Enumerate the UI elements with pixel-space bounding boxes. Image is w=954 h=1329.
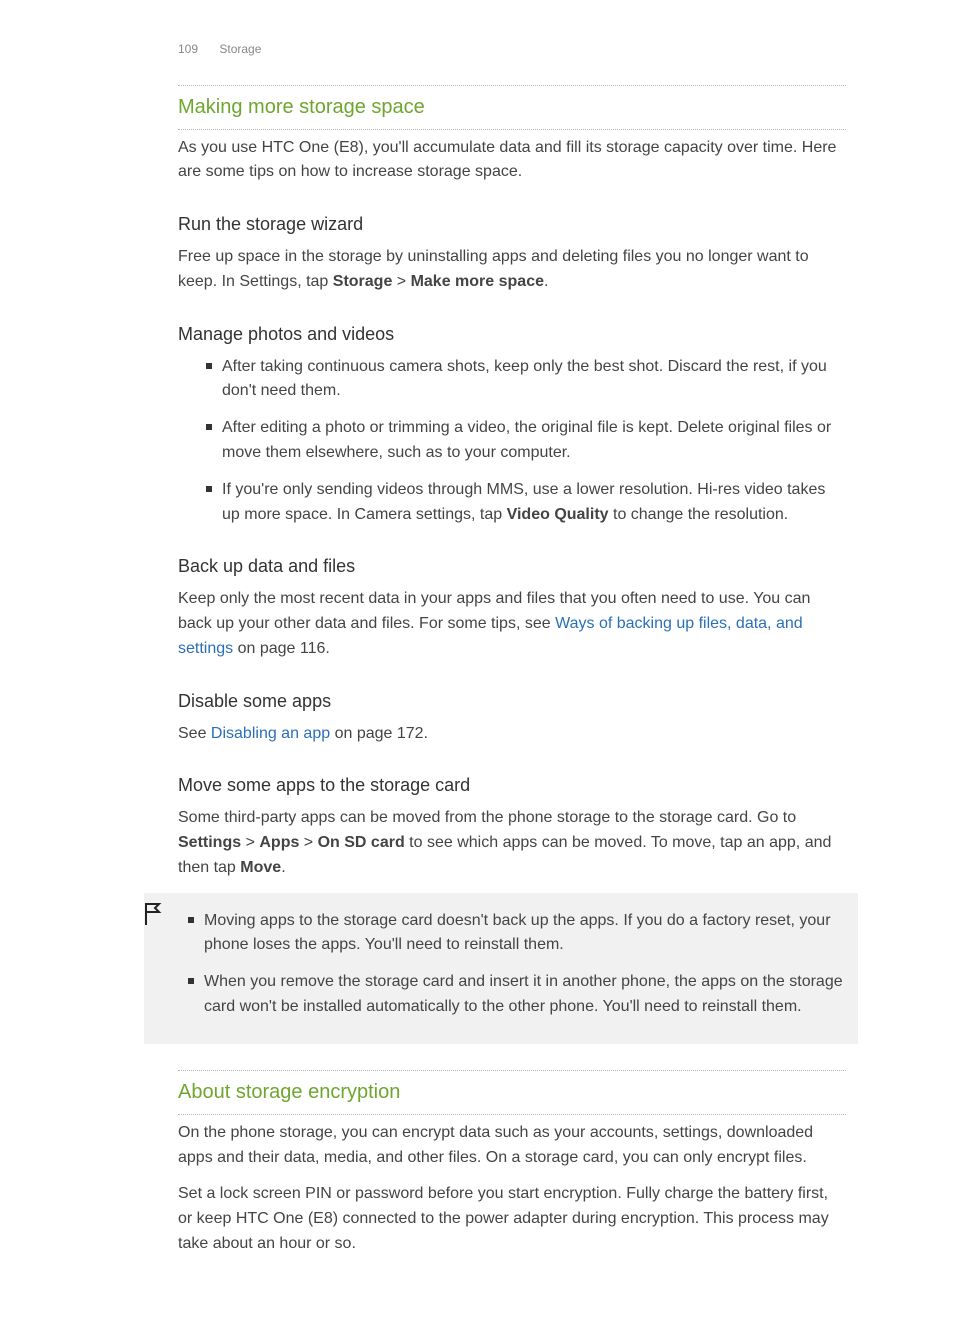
label-make-more-space: Make more space: [411, 273, 544, 290]
flag-icon: [142, 901, 164, 936]
wizard-paragraph: Free up space in the storage by uninstal…: [178, 245, 846, 295]
text-span: on page 116.: [233, 640, 330, 657]
section-divider: [178, 1114, 846, 1115]
text-span: .: [544, 273, 548, 290]
encryption-paragraph-1: On the phone storage, you can encrypt da…: [178, 1121, 846, 1171]
heading-run-wizard: Run the storage wizard: [178, 211, 846, 239]
heading-disable-apps: Disable some apps: [178, 688, 846, 716]
list-item: When you remove the storage card and ins…: [178, 970, 846, 1020]
section-divider: [178, 1070, 846, 1071]
heading-about-storage-encryption: About storage encryption: [178, 1077, 846, 1108]
move-paragraph: Some third-party apps can be moved from …: [178, 806, 846, 880]
list-item: After editing a photo or trimming a vide…: [178, 416, 846, 466]
label-move: Move: [240, 859, 281, 876]
label-video-quality: Video Quality: [507, 506, 609, 523]
label-settings: Settings: [178, 834, 241, 851]
text-span: Some third-party apps can be moved from …: [178, 809, 796, 826]
page-number: 109: [178, 42, 198, 56]
text-span: to change the resolution.: [609, 506, 789, 523]
heading-move-apps: Move some apps to the storage card: [178, 772, 846, 800]
text-span: See: [178, 725, 211, 742]
note-block: Moving apps to the storage card doesn't …: [144, 893, 858, 1044]
label-apps: Apps: [259, 834, 299, 851]
list-item: Moving apps to the storage card doesn't …: [178, 909, 846, 959]
link-disabling-an-app[interactable]: Disabling an app: [211, 725, 330, 742]
heading-backup: Back up data and files: [178, 553, 846, 581]
encryption-paragraph-2: Set a lock screen PIN or password before…: [178, 1182, 846, 1256]
text-span: >: [241, 834, 259, 851]
text-span: on page 172.: [330, 725, 428, 742]
running-header: 109 Storage: [178, 40, 846, 59]
label-storage: Storage: [333, 273, 393, 290]
text-span: .: [281, 859, 285, 876]
heading-manage-photos: Manage photos and videos: [178, 321, 846, 349]
text-span: >: [392, 273, 410, 290]
intro-paragraph: As you use HTC One (E8), you'll accumula…: [178, 136, 846, 186]
note-list: Moving apps to the storage card doesn't …: [178, 909, 846, 1020]
section-divider: [178, 129, 846, 130]
list-item: After taking continuous camera shots, ke…: [178, 355, 846, 405]
photos-list: After taking continuous camera shots, ke…: [178, 355, 846, 528]
section-name: Storage: [219, 42, 261, 56]
heading-making-more-storage: Making more storage space: [178, 92, 846, 123]
disable-paragraph: See Disabling an app on page 172.: [178, 722, 846, 747]
list-item: If you're only sending videos through MM…: [178, 478, 846, 528]
document-page: 109 Storage Making more storage space As…: [0, 0, 954, 1329]
label-on-sd-card: On SD card: [318, 834, 405, 851]
text-span: >: [299, 834, 317, 851]
section-divider: [178, 85, 846, 86]
backup-paragraph: Keep only the most recent data in your a…: [178, 587, 846, 661]
